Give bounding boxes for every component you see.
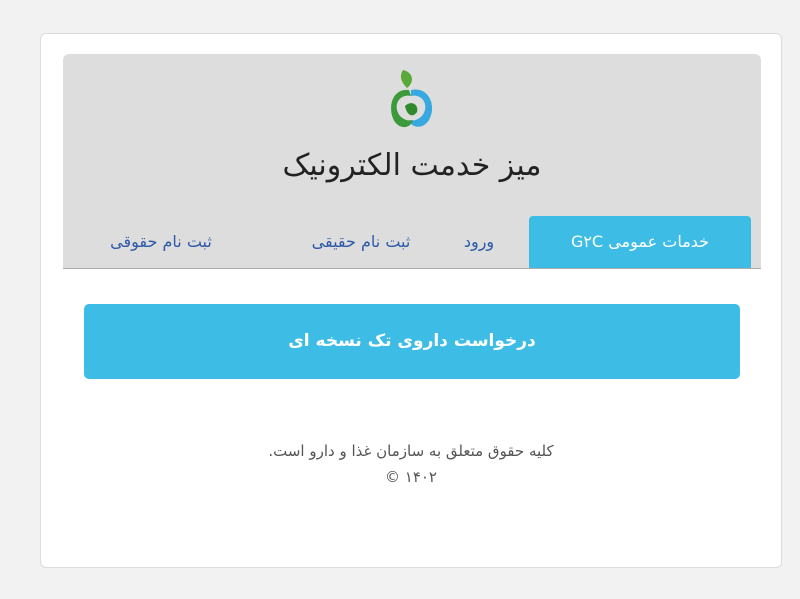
tab-bar: خدمات عمومی G۲C ورود ثبت نام حقیقی ثبت ن…	[63, 216, 761, 268]
fda-logo-icon	[391, 70, 433, 128]
tab-login[interactable]: ورود	[447, 216, 511, 268]
copyright-year: ۱۴۰۲	[404, 468, 437, 486]
footer: کلیه حقوق متعلق به سازمان غذا و دارو است…	[41, 442, 781, 486]
copyright-symbol: ©	[384, 468, 400, 486]
tab-g2c-services[interactable]: خدمات عمومی G۲C	[529, 216, 751, 268]
main-card: میز خدمت الکترونیک خدمات عمومی G۲C ورود …	[40, 33, 782, 568]
tab-individual-register[interactable]: ثبت نام حقیقی	[291, 216, 431, 268]
single-prescription-request-button[interactable]: درخواست داروی تک نسخه ای	[84, 304, 740, 379]
copyright-year-line: © ۱۴۰۲	[41, 468, 781, 486]
tab-legal-register[interactable]: ثبت نام حقوقی	[86, 216, 236, 268]
header: میز خدمت الکترونیک خدمات عمومی G۲C ورود …	[63, 54, 761, 269]
app-title: میز خدمت الکترونیک	[282, 148, 542, 183]
copyright-text: کلیه حقوق متعلق به سازمان غذا و دارو است…	[268, 442, 554, 460]
